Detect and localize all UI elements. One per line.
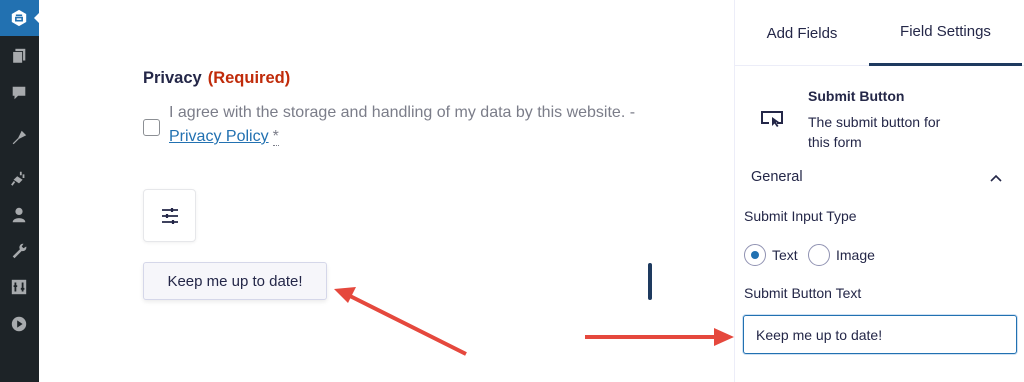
radio-button-image[interactable] — [808, 244, 830, 266]
submit-button-text-input[interactable] — [743, 315, 1017, 354]
media-play-icon[interactable] — [8, 313, 30, 335]
gravity-forms-icon[interactable] — [8, 7, 30, 29]
submit-input-type-label: Submit Input Type — [744, 208, 857, 224]
chevron-up-icon — [990, 174, 1002, 182]
privacy-field-label: Privacy (Required) — [143, 69, 290, 88]
canvas-resize-handle[interactable] — [648, 263, 652, 300]
field-type-description: The submit button for this form — [808, 114, 941, 150]
general-section-header[interactable]: General — [735, 158, 1023, 198]
privacy-policy-link[interactable]: Privacy Policy — [169, 128, 269, 145]
settings-icon[interactable] — [8, 276, 30, 298]
submit-button-text-label: Submit Button Text — [744, 285, 862, 301]
plugins-icon[interactable] — [8, 167, 30, 189]
submit-button-preview[interactable]: Keep me up to date! — [143, 262, 327, 300]
tab-field-settings[interactable]: Field Settings — [869, 0, 1022, 66]
tools-icon[interactable] — [8, 240, 30, 262]
sliders-icon — [161, 207, 178, 224]
pages-icon[interactable] — [8, 45, 30, 67]
radio-label-text: Text — [772, 247, 798, 263]
required-indicator: (Required) — [207, 69, 291, 87]
privacy-title: Privacy — [143, 69, 202, 87]
form-canvas: Privacy (Required) I agree with the stora… — [39, 0, 734, 382]
submit-button-icon — [759, 104, 785, 130]
users-icon[interactable] — [8, 204, 30, 226]
tab-add-fields[interactable]: Add Fields — [735, 0, 869, 66]
required-asterisk: * — [272, 128, 279, 146]
consent-label: I agree with the storage and handling of… — [169, 104, 636, 121]
appearance-icon[interactable] — [8, 127, 30, 149]
section-title: General — [751, 169, 803, 185]
consent-text: I agree with the storage and handling of… — [169, 101, 649, 149]
panel-tabs: Add Fields Field Settings — [735, 0, 1024, 66]
admin-sidebar — [0, 0, 40, 382]
radio-option-image[interactable]: Image — [808, 243, 875, 267]
comments-icon[interactable] — [8, 82, 30, 104]
settings-panel: Add Fields Field Settings Submit Button … — [734, 0, 1024, 382]
radio-label-image: Image — [836, 247, 875, 263]
field-settings-toggle[interactable] — [143, 189, 196, 242]
radio-button-text[interactable] — [744, 244, 766, 266]
radio-option-text[interactable]: Text — [744, 243, 798, 267]
field-type-name: Submit Button — [808, 88, 905, 104]
consent-checkbox[interactable] — [143, 119, 160, 136]
